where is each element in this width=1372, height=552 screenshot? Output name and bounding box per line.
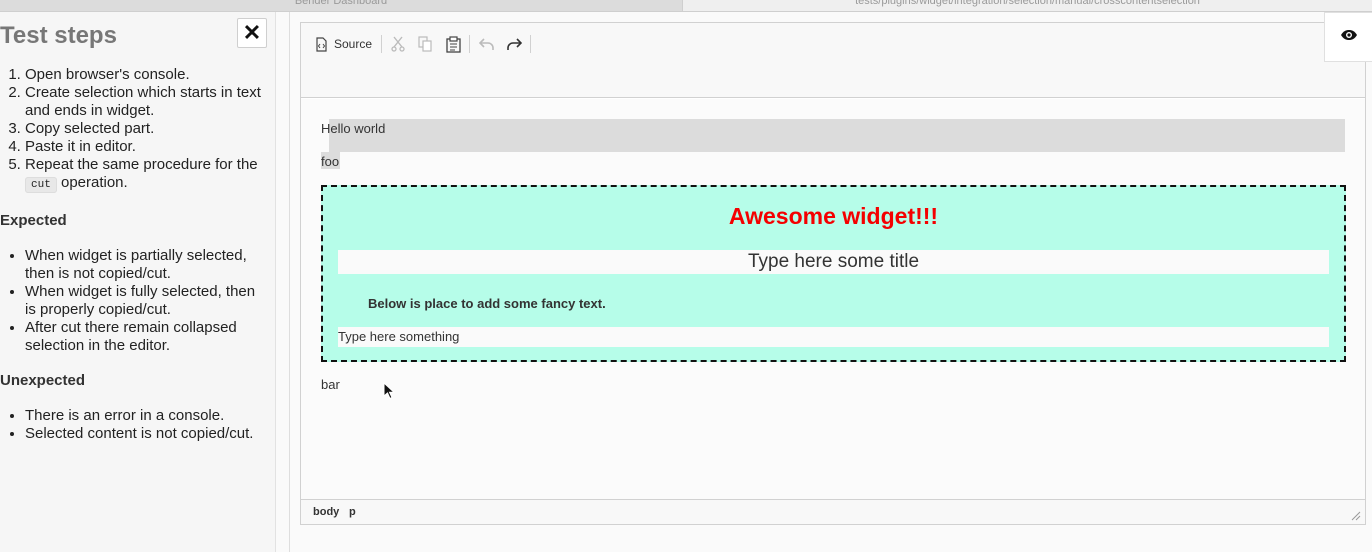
eye-icon [1340,28,1358,46]
expected-heading: Expected [0,212,67,229]
undo-button[interactable] [479,33,495,55]
path-crumb-body[interactable]: body [313,506,339,518]
cut-code: cut [25,177,57,193]
toolbar-separator [530,35,531,53]
unexpected-item: Selected content is not copied/cut. [25,425,270,443]
expected-item: When widget is partially selected, then … [25,247,270,283]
expected-item: When widget is fully selected, then is p… [25,283,270,319]
step-item: Create selection which starts in text an… [25,84,270,120]
unexpected-list: There is an error in a console. Selected… [0,407,270,443]
toolbar-separator [381,35,382,53]
widget-box[interactable]: Awesome widget!!! Type here some title B… [321,185,1346,362]
widget-title-field[interactable]: Type here some title [338,250,1329,274]
editor-content[interactable]: Hello world foo Awesome widget!!! Type h… [301,99,1365,499]
step-item: Copy selected part. [25,120,270,138]
step-text: Repeat the same procedure for the [25,156,258,173]
paragraph-bar[interactable]: bar [321,377,340,392]
cut-button[interactable] [391,33,405,55]
toolbar-separator [469,35,470,53]
source-icon [315,36,328,52]
widget-title: Awesome widget!!! [728,203,939,229]
mouse-cursor-icon [383,381,396,405]
step-item: Open browser's console. [25,66,270,84]
panel-divider [289,12,290,552]
test-steps-panel: Test steps ✕ Open browser's console. Cre… [0,12,276,552]
source-button[interactable]: Source [315,33,372,55]
resize-handle-icon[interactable] [1351,511,1361,521]
widget-note: Below is place to add some fancy text. [368,296,606,311]
unexpected-item: There is an error in a console. [25,407,270,425]
browser-tab-strip: Bender Dashboard tests/plugins/widget/in… [0,0,1372,12]
source-label: Source [334,37,373,51]
unexpected-heading: Unexpected [0,372,86,389]
copy-button[interactable] [418,33,432,55]
editor-statusbar: body p [301,499,1365,524]
close-icon: ✕ [242,20,262,45]
step-text: operation. [56,174,128,191]
copy-icon [418,36,432,52]
expected-item: After cut there remain collapsed selecti… [25,319,270,355]
cut-icon [391,36,405,52]
browser-tab-dashboard[interactable]: Bender Dashboard [0,0,682,11]
close-button[interactable]: ✕ [237,18,267,48]
undo-icon [479,37,495,51]
panel-title: Test steps [0,22,117,49]
steps-list: Open browser's console. Create selection… [0,66,270,194]
editor: Source Hello world foo Awesome widget!!!… [300,22,1366,525]
paragraph-hello[interactable]: Hello world [321,121,385,136]
browser-tab-test[interactable]: tests/plugins/widget/integration/selecti… [682,0,1372,11]
redo-icon [506,37,522,51]
redo-button[interactable] [506,33,522,55]
paste-icon [446,35,461,53]
path-crumb-p[interactable]: p [349,506,356,518]
paste-button[interactable] [446,33,461,55]
paragraph-foo[interactable]: foo [321,154,339,169]
widget-text-field[interactable]: Type here something [338,327,1329,347]
selection-highlight [329,119,1345,152]
editor-toolbar: Source [301,23,1365,98]
expected-list: When widget is partially selected, then … [0,247,270,355]
step-item: Repeat the same procedure for the cut op… [25,156,270,194]
step-item: Paste it in editor. [25,138,270,156]
preview-toggle-button[interactable] [1324,12,1372,62]
